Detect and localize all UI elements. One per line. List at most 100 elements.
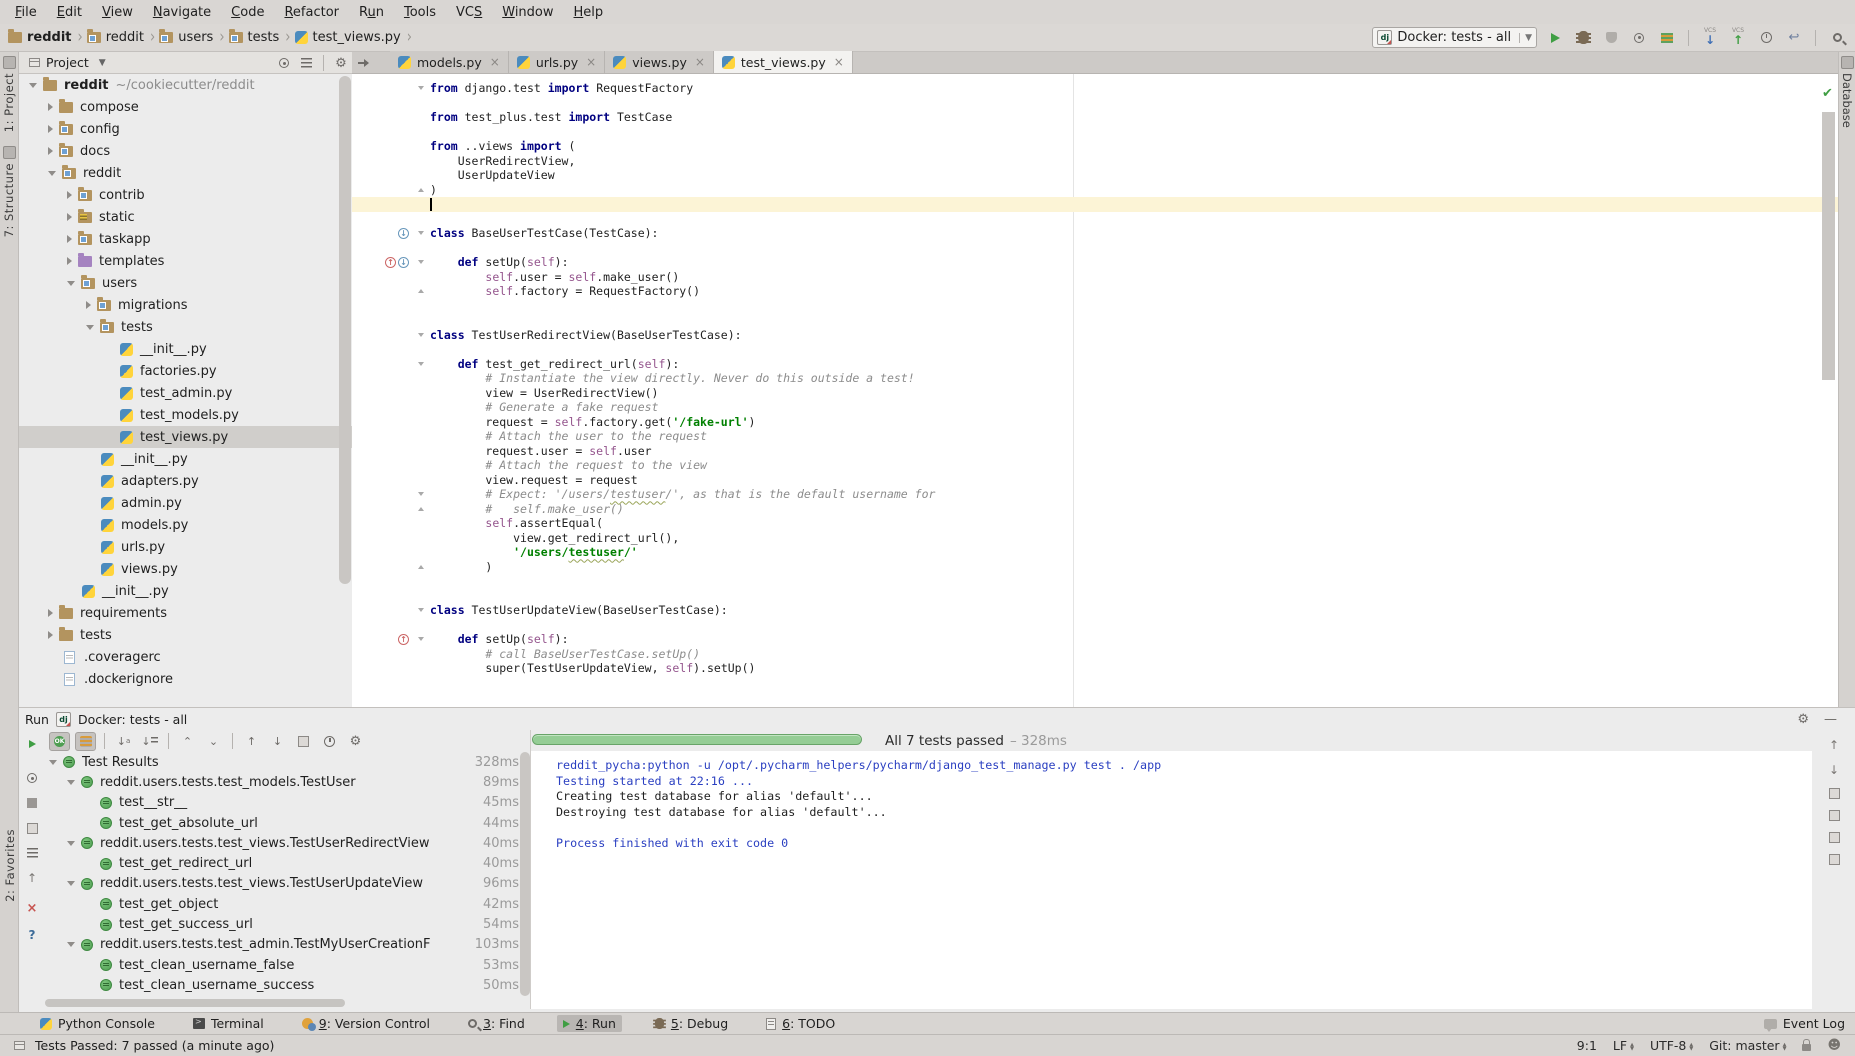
- next-failed-button[interactable]: ↓: [267, 732, 288, 751]
- tree-caret[interactable]: [48, 631, 53, 639]
- tree-item-models.py[interactable]: models.py: [19, 514, 352, 536]
- tree-caret[interactable]: [48, 609, 53, 617]
- close-tab-icon[interactable]: ×: [834, 55, 844, 69]
- menu-window[interactable]: Window: [493, 3, 562, 22]
- coverage-button[interactable]: [1601, 28, 1621, 48]
- readonly-lock-icon[interactable]: [1802, 1044, 1811, 1051]
- test-row-reddit.users.tests.test_views.TestUserRedirectView[interactable]: reddit.users.tests.test_views.TestUserRe…: [45, 833, 523, 853]
- code-line-28[interactable]: view.request = request: [352, 473, 1838, 488]
- tree-caret[interactable]: [67, 281, 75, 286]
- tree-item-config[interactable]: config: [19, 118, 352, 140]
- tree-item-reddit[interactable]: reddit: [19, 162, 352, 184]
- fold-column[interactable]: [414, 507, 428, 511]
- fold-column[interactable]: [414, 289, 428, 293]
- debug-button[interactable]: [1573, 28, 1593, 48]
- git-branch-select[interactable]: Git: master▲▼: [1709, 1038, 1786, 1053]
- event-log-button[interactable]: Event Log: [1764, 1016, 1845, 1031]
- code-line-16[interactable]: [352, 299, 1838, 314]
- code-line-32[interactable]: view.get_redirect_url(),: [352, 531, 1838, 546]
- code-line-23[interactable]: # Generate a fake request: [352, 400, 1838, 415]
- code-line-26[interactable]: request.user = self.user: [352, 444, 1838, 459]
- tree-item-adapters.py[interactable]: adapters.py: [19, 470, 352, 492]
- tree-caret[interactable]: [48, 125, 53, 133]
- breadcrumb-test_views.py[interactable]: test_views.py: [295, 30, 401, 45]
- toolwindow-toggle-icon[interactable]: [14, 1041, 25, 1050]
- hide-panel-button[interactable]: [355, 55, 371, 71]
- test-tree-hscrollbar[interactable]: [45, 999, 529, 1007]
- close-tab-icon[interactable]: ×: [695, 55, 705, 69]
- code-line-20[interactable]: def test_get_redirect_url(self):: [352, 357, 1838, 372]
- toolwindow-3-find[interactable]: 3: Find: [462, 1015, 531, 1032]
- tree-caret[interactable]: [86, 325, 94, 330]
- tool-tab-project[interactable]: 1: Project: [2, 73, 16, 132]
- editor-scrollbar[interactable]: [1822, 112, 1835, 380]
- gutter-override-up-icon[interactable]: ↑: [385, 257, 396, 268]
- fold-column[interactable]: [414, 333, 428, 337]
- fold-column[interactable]: [414, 492, 428, 496]
- toolwindow-6-todo[interactable]: 6: TODO: [760, 1015, 841, 1032]
- profiler-button[interactable]: [1629, 28, 1649, 48]
- menu-vcs[interactable]: VCS: [447, 3, 491, 22]
- tree-item-tests[interactable]: tests: [19, 624, 352, 646]
- editor-tab-views.py[interactable]: views.py×: [605, 51, 714, 73]
- project-panel-title[interactable]: Project: [46, 55, 89, 70]
- code-line-25[interactable]: # Attach the user to the request: [352, 429, 1838, 444]
- print-icon[interactable]: [1829, 832, 1840, 843]
- database-tool-icon[interactable]: [1841, 56, 1854, 69]
- code-line-5[interactable]: from ..views import (: [352, 139, 1838, 154]
- test-row-test_get_redirect_url[interactable]: test_get_redirect_url40ms: [45, 853, 523, 873]
- code-line-31[interactable]: self.assertEqual(: [352, 516, 1838, 531]
- code-area[interactable]: from django.test import RequestFactoryfr…: [352, 81, 1838, 676]
- search-everywhere-icon[interactable]: [1827, 28, 1847, 48]
- fold-column[interactable]: [414, 362, 428, 366]
- encoding-select[interactable]: UTF-8▲▼: [1650, 1038, 1693, 1053]
- tree-item-static[interactable]: static: [19, 206, 352, 228]
- fold-column[interactable]: [414, 565, 428, 569]
- scroll-to-top-button[interactable]: ↑: [24, 870, 40, 886]
- restore-layout-button[interactable]: [24, 820, 40, 836]
- gutter-override-down-icon[interactable]: ↓: [398, 228, 409, 239]
- test-row-test_get_success_url[interactable]: test_get_success_url54ms: [45, 914, 523, 934]
- chevron-down-icon[interactable]: ▼: [99, 58, 106, 68]
- tree-caret[interactable]: [67, 213, 72, 221]
- code-line-17[interactable]: [352, 313, 1838, 328]
- tree-caret[interactable]: [67, 257, 72, 265]
- tree-item-admin.py[interactable]: admin.py: [19, 492, 352, 514]
- tree-item-users[interactable]: users: [19, 272, 352, 294]
- tree-item-migrations[interactable]: migrations: [19, 294, 352, 316]
- toolwindow-4-run[interactable]: 4: Run: [557, 1015, 622, 1032]
- test-row-test_clean_username_success[interactable]: test_clean_username_success50ms: [45, 975, 523, 995]
- tree-caret[interactable]: [29, 83, 37, 88]
- test-row-test__str__[interactable]: test__str__45ms: [45, 793, 523, 813]
- code-line-8[interactable]: ): [352, 183, 1838, 198]
- fold-column[interactable]: [414, 608, 428, 612]
- fold-column[interactable]: [414, 637, 428, 641]
- menu-tools[interactable]: Tools: [395, 3, 445, 22]
- stop-button[interactable]: [24, 795, 40, 811]
- code-line-13[interactable]: ↑↓ def setUp(self):: [352, 255, 1838, 270]
- run-panel-settings-icon[interactable]: ⚙: [1797, 712, 1809, 727]
- code-line-15[interactable]: self.factory = RequestFactory(): [352, 284, 1838, 299]
- run-with-coverage-button[interactable]: [1657, 28, 1677, 48]
- tree-item-__init__.py[interactable]: __init__.py: [19, 448, 352, 470]
- tree-caret[interactable]: [48, 171, 56, 176]
- tree-caret[interactable]: [49, 760, 57, 765]
- rerun-button[interactable]: [24, 736, 40, 752]
- code-line-29[interactable]: # Expect: '/users/testuser/', as that is…: [352, 487, 1838, 502]
- menu-file[interactable]: File: [6, 3, 46, 22]
- hector-inspector-icon[interactable]: ☻: [1827, 1038, 1841, 1053]
- code-line-37[interactable]: class TestUserUpdateView(BaseUserTestCas…: [352, 603, 1838, 618]
- locate-file-button[interactable]: [276, 55, 292, 71]
- code-line-21[interactable]: # Instantiate the view directly. Never d…: [352, 371, 1838, 386]
- tool-tab-database[interactable]: Database: [1840, 73, 1854, 128]
- tool-tab-favorites[interactable]: 2: Favorites: [3, 829, 17, 902]
- code-line-19[interactable]: [352, 342, 1838, 357]
- tree-item-templates[interactable]: templates: [19, 250, 352, 272]
- tree-caret[interactable]: [67, 942, 75, 947]
- status-message[interactable]: Tests Passed: 7 passed (a minute ago): [35, 1038, 274, 1053]
- code-line-36[interactable]: [352, 589, 1838, 604]
- code-line-38[interactable]: [352, 618, 1838, 633]
- editor-tab-models.py[interactable]: models.py×: [390, 51, 509, 73]
- code-line-10[interactable]: [352, 212, 1838, 227]
- code-line-4[interactable]: [352, 125, 1838, 140]
